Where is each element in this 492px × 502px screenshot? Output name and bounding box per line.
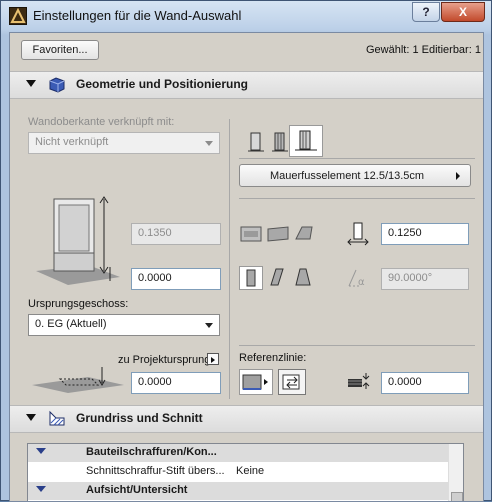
home-story-label: Ursprungsgeschoss: [28,298,129,310]
collapse-triangle-icon[interactable] [26,414,36,421]
top-link-value: Nicht verknüpft [35,136,109,148]
wall-thickness-input[interactable]: 0.1250 [381,223,469,245]
project-zero-illustration [28,365,128,395]
selection-status: Gewählt: 1 Editierbar: 1 [366,44,481,56]
reference-separator [239,345,475,346]
settings-window: Einstellungen für die Wand-Auswahl ? X F… [0,0,492,502]
composite-selector-label: Mauerfusselement 12.5/13.5cm [270,170,425,182]
chevron-down-icon [205,323,213,328]
list-group-label: Bauteilschraffuren/Kon... [86,446,217,458]
wall-slanted-profile-icon[interactable] [266,266,290,290]
top-link-dropdown[interactable]: Nicht verknüpft [28,132,220,154]
wall-outline-icon[interactable] [239,223,263,245]
list-item-label: Schnittschraffur-Stift übers... [86,465,225,477]
reference-line-label: Referenzlinie: [239,352,307,364]
wall-curved-icon[interactable] [266,223,290,245]
base-offset-input[interactable]: 0.0000 [131,268,221,290]
reference-line-flip-icon[interactable] [278,369,306,395]
section-label-floorplan: Grundriss und Schnitt [76,411,203,425]
slant-angle-input[interactable]: 90.0000° [381,268,469,290]
straight-wall-icon[interactable] [245,130,267,154]
wall-trapezoid-icon[interactable] [292,223,316,245]
chevron-right-icon [456,172,460,180]
top-link-label: Wandoberkante verknüpft mit: [28,116,175,128]
title-bar[interactable]: Einstellungen für die Wand-Auswahl ? X [1,1,491,33]
floorplan-settings-list: Bauteilschraffuren/Kon... Schnittschraff… [27,443,464,501]
favorites-button[interactable]: Favoriten... [21,40,99,60]
reference-offset-icon [346,371,372,393]
composite-bottom-separator [239,198,475,199]
window-title: Einstellungen für die Wand-Auswahl [33,8,242,23]
wall-height-input[interactable]: 0.1350 [131,223,221,245]
close-button[interactable]: X [441,2,485,22]
composite-selector-button[interactable]: Mauerfusselement 12.5/13.5cm [239,164,471,187]
floorplan-section-icon [48,410,66,427]
section-header-geometry[interactable]: Geometrie und Positionierung [10,71,483,99]
list-scrollbar[interactable] [448,444,463,501]
list-group-row[interactable]: Bauteilschraffuren/Kon... [28,444,451,462]
home-story-value: 0. EG (Aktuell) [35,318,107,330]
project-zero-input[interactable]: 0.0000 [131,372,221,394]
reference-line-position-icon[interactable] [239,369,273,395]
wall-geometry-icon [48,76,66,93]
slant-angle-icon: α [346,267,372,289]
reference-offset-input[interactable]: 0.0000 [381,372,469,394]
column-divider [229,119,230,399]
chevron-down-icon [205,141,213,146]
wall-double-slanted-profile-icon[interactable] [292,266,316,290]
list-item-value[interactable]: Keine [236,465,264,477]
collapse-triangle-icon[interactable] [26,80,36,87]
section-label-geometry: Geometrie und Positionierung [76,77,249,91]
list-item-row[interactable]: Schnittschraffur-Stift übers... Keine [28,463,451,481]
composite-separator [239,158,475,159]
group-expand-icon[interactable] [36,486,46,492]
list-group-label: Aufsicht/Untersicht [86,484,188,496]
composite-wall-icon[interactable] [289,125,323,157]
project-zero-arrow-button[interactable] [207,353,219,365]
wall-thickness-icon [346,221,370,247]
list-group-row[interactable]: Aufsicht/Untersicht [28,482,451,500]
help-button[interactable]: ? [412,2,440,22]
group-expand-icon[interactable] [36,448,46,454]
wall-height-illustration [28,193,128,293]
trapezoid-wall-icon[interactable] [269,130,291,154]
archicad-app-icon [9,7,27,25]
home-story-dropdown[interactable]: 0. EG (Aktuell) [28,314,220,336]
section-header-floorplan[interactable]: Grundriss und Schnitt [10,405,483,433]
dialog-client-area: Favoriten... Gewählt: 1 Editierbar: 1 Ge… [9,32,484,502]
svg-text:α: α [358,277,365,288]
wall-straight-profile-icon[interactable] [239,266,263,290]
project-zero-label: zu Projektursprung [118,354,211,366]
